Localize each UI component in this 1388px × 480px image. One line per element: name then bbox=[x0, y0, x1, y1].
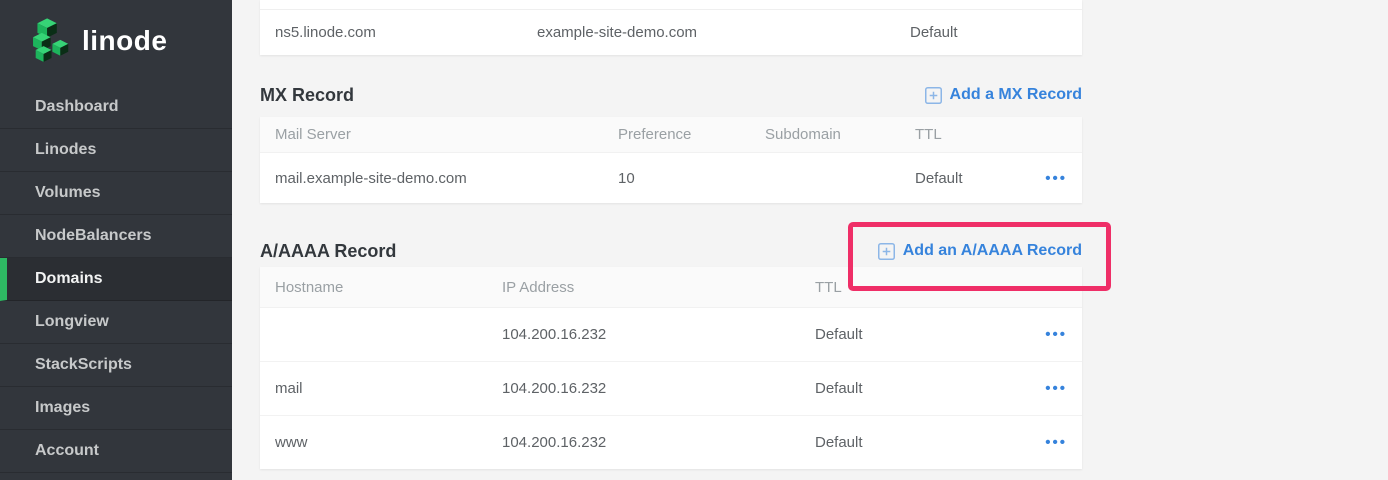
sidebar-item-nodebalancers[interactable]: NodeBalancers bbox=[0, 215, 232, 258]
row-divider bbox=[260, 0, 1082, 10]
cell-ip-address: 104.200.16.232 bbox=[487, 326, 800, 343]
linode-cubes-icon bbox=[26, 18, 70, 68]
table-row: www 104.200.16.232 Default ••• bbox=[260, 415, 1082, 469]
table-row: mail 104.200.16.232 Default ••• bbox=[260, 361, 1082, 415]
cell-ip-address: 104.200.16.232 bbox=[487, 434, 800, 451]
sidebar-item-label: Account bbox=[35, 442, 99, 460]
add-mx-record-label: Add a MX Record bbox=[950, 86, 1082, 104]
cell-preference: 10 bbox=[603, 170, 750, 187]
add-a-aaaa-record-label: Add an A/AAAA Record bbox=[903, 242, 1082, 260]
mx-section-header: MX Record Add a MX Record bbox=[260, 75, 1082, 115]
a-aaaa-table-header: Hostname IP Address TTL bbox=[260, 267, 1082, 308]
sidebar-item-images[interactable]: Images bbox=[0, 387, 232, 430]
column-header-mail-server: Mail Server bbox=[260, 126, 603, 143]
add-mx-record-button[interactable]: Add a MX Record bbox=[925, 86, 1082, 104]
cell-ttl: Default bbox=[900, 170, 1026, 187]
cell-hostname: www bbox=[260, 434, 487, 451]
sidebar-item-longview[interactable]: Longview bbox=[0, 301, 232, 344]
sidebar: linode Dashboard Linodes Volumes NodeBal… bbox=[0, 0, 232, 480]
sidebar-item-linodes[interactable]: Linodes bbox=[0, 129, 232, 172]
cell-ip-address: 104.200.16.232 bbox=[487, 380, 800, 397]
cell-ttl: Default bbox=[895, 24, 1082, 41]
table-row: mail.example-site-demo.com 10 Default ••… bbox=[260, 153, 1082, 203]
sidebar-item-label: Images bbox=[35, 399, 90, 417]
column-header-ttl: TTL bbox=[900, 126, 1026, 143]
sidebar-item-label: Linodes bbox=[35, 141, 96, 159]
cell-ttl: Default bbox=[800, 434, 1026, 451]
table-row: 104.200.16.232 Default ••• bbox=[260, 308, 1082, 361]
sidebar-item-dashboard[interactable]: Dashboard bbox=[0, 86, 232, 129]
mx-record-table: Mail Server Preference Subdomain TTL mai… bbox=[260, 117, 1082, 203]
sidebar-item-volumes[interactable]: Volumes bbox=[0, 172, 232, 215]
ellipsis-icon[interactable]: ••• bbox=[1045, 435, 1067, 450]
sidebar-item-label: StackScripts bbox=[35, 356, 132, 374]
mx-table-header: Mail Server Preference Subdomain TTL bbox=[260, 117, 1082, 153]
mx-section-title: MX Record bbox=[260, 85, 354, 106]
add-a-aaaa-record-button[interactable]: Add an A/AAAA Record bbox=[878, 242, 1082, 260]
column-header-preference: Preference bbox=[603, 126, 750, 143]
cell-ttl: Default bbox=[800, 380, 1026, 397]
sidebar-item-account[interactable]: Account bbox=[0, 430, 232, 473]
ellipsis-icon[interactable]: ••• bbox=[1045, 171, 1067, 186]
cell-subdomain: example-site-demo.com bbox=[522, 24, 895, 41]
plus-square-icon bbox=[925, 87, 942, 104]
sidebar-item-label: Domains bbox=[35, 270, 103, 288]
plus-square-icon bbox=[878, 243, 895, 260]
column-header-ttl: TTL bbox=[800, 279, 1026, 296]
sidebar-item-label: NodeBalancers bbox=[35, 227, 152, 245]
domain-records-page: ns5.linode.com example-site-demo.com Def… bbox=[232, 0, 1388, 480]
cell-ttl: Default bbox=[800, 326, 1026, 343]
cell-mail-server: mail.example-site-demo.com bbox=[260, 170, 603, 187]
table-row: ns5.linode.com example-site-demo.com Def… bbox=[260, 10, 1082, 55]
cell-name-server: ns5.linode.com bbox=[260, 24, 522, 41]
sidebar-item-domains[interactable]: Domains bbox=[0, 258, 232, 301]
linode-logo[interactable]: linode bbox=[0, 0, 232, 86]
sidebar-item-label: Volumes bbox=[35, 184, 101, 202]
sidebar-item-label: Dashboard bbox=[35, 98, 119, 116]
a-aaaa-record-table: Hostname IP Address TTL 104.200.16.232 D… bbox=[260, 267, 1082, 469]
column-header-hostname: Hostname bbox=[260, 279, 487, 296]
column-header-ip-address: IP Address bbox=[487, 279, 800, 296]
ellipsis-icon[interactable]: ••• bbox=[1045, 327, 1067, 342]
sidebar-item-stackscripts[interactable]: StackScripts bbox=[0, 344, 232, 387]
cell-hostname: mail bbox=[260, 380, 487, 397]
sidebar-item-label: Longview bbox=[35, 313, 109, 331]
ns-record-table-partial: ns5.linode.com example-site-demo.com Def… bbox=[260, 0, 1082, 55]
column-header-subdomain: Subdomain bbox=[750, 126, 900, 143]
linode-wordmark: linode bbox=[82, 27, 167, 59]
ellipsis-icon[interactable]: ••• bbox=[1045, 381, 1067, 396]
a-aaaa-section-title: A/AAAA Record bbox=[260, 241, 396, 262]
